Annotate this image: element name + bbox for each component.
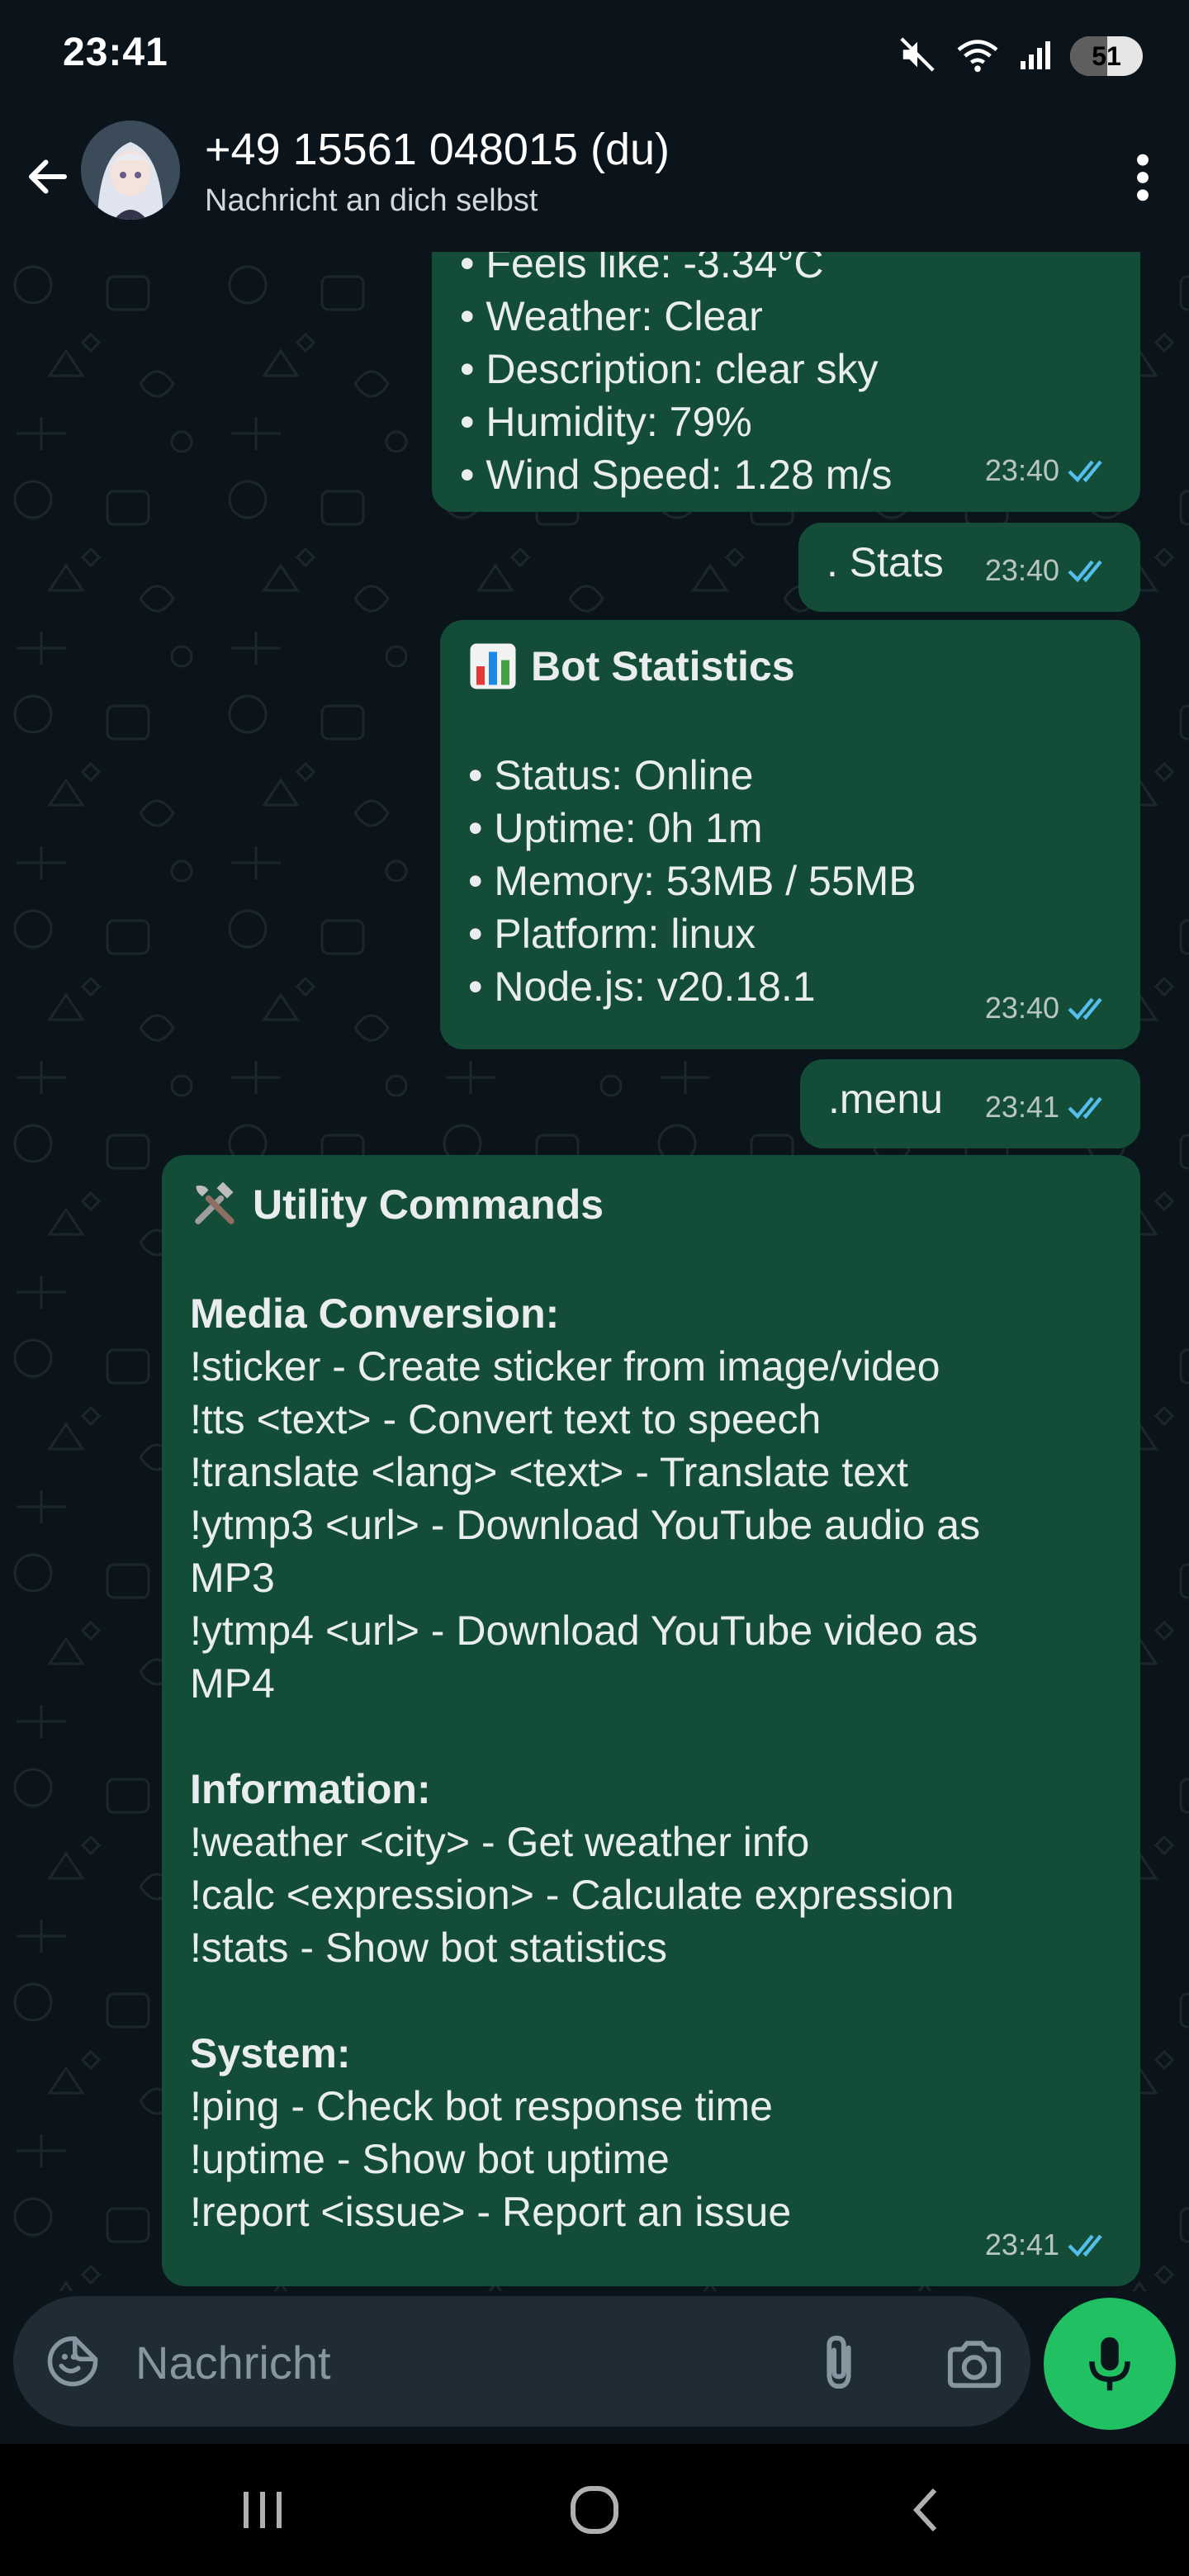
message-line: !ping - Check bot response time [190, 2083, 773, 2129]
message-title: Bot Statistics [531, 643, 795, 689]
status-bar: 23:41 51 [0, 0, 1189, 116]
message-line: • Feels like: -3.34°C [460, 252, 824, 286]
back-button[interactable] [18, 147, 78, 206]
message-time: 23:41 [984, 2228, 1059, 2261]
recent-apps-icon [244, 2492, 282, 2528]
battery-indicator: 51 [1070, 36, 1143, 76]
camera-button[interactable] [941, 2331, 1007, 2397]
message-line: !calc <expression> - Calculate expressio… [190, 1872, 955, 1918]
message-line: !uptime - Show bot uptime [190, 2136, 670, 2182]
read-receipt-icon [1068, 2234, 1102, 2257]
message-line: • Description: clear sky [460, 346, 879, 392]
status-icons: 51 [898, 33, 1143, 79]
section-heading: System: [190, 2030, 351, 2076]
message-list[interactable]: • Feels like: -3.34°C • Weather: Clear •… [0, 252, 1189, 2291]
message-line: • Uptime: 0h 1m [468, 805, 763, 851]
battery-level: 51 [1092, 40, 1121, 71]
section-heading: Information: [190, 1766, 431, 1812]
recent-apps-button[interactable] [213, 2477, 312, 2543]
message-time: 23:40 [984, 453, 1059, 487]
signal-icon [1019, 38, 1052, 75]
message-meta: 23:40 [985, 982, 1117, 1035]
home-icon [571, 2486, 618, 2534]
message-line: MP4 [190, 1660, 275, 1707]
mute-icon [898, 36, 936, 78]
hammer-wrench-emoji-icon [195, 1181, 234, 1224]
contact-avatar[interactable] [81, 121, 180, 220]
bar-chart-emoji-icon [470, 643, 516, 689]
contact-subtitle: Nachricht an dich selbst [205, 183, 538, 218]
contact-name[interactable]: +49 15561 048015 (du) [205, 124, 670, 175]
message-line: • Status: Online [468, 752, 754, 798]
home-button[interactable] [545, 2477, 644, 2543]
attach-button[interactable] [806, 2329, 872, 2395]
read-receipt-icon [1068, 460, 1102, 483]
message-line: • Memory: 53MB / 55MB [468, 858, 917, 904]
message-line: !translate <lang> <text> - Translate tex… [190, 1449, 908, 1495]
read-receipt-icon [1068, 560, 1102, 583]
message-meta: 23:41 [985, 2218, 1117, 2271]
message-input-pill [13, 2296, 1030, 2427]
camera-icon [947, 2341, 1002, 2389]
read-receipt-icon [1068, 1096, 1102, 1120]
microphone-icon [1089, 2337, 1130, 2391]
chat-screen: 23:41 51 +49 15561 048015 (du) Nachricht… [0, 0, 1189, 2576]
message-line: • Platform: linux [468, 911, 756, 957]
back-arrow-icon [29, 159, 67, 194]
message-time: 23:40 [984, 553, 1059, 587]
message-meta: 23:40 [985, 544, 1117, 597]
message-line: !ytmp4 <url> - Download YouTube video as [190, 1608, 978, 1654]
chevron-left-icon [912, 2488, 937, 2532]
message-time: 23:41 [984, 1090, 1059, 1124]
message-time: 23:40 [984, 991, 1059, 1025]
more-vert-icon [1137, 154, 1149, 201]
message-line: !sticker - Create sticker from image/vid… [190, 1343, 940, 1390]
message-line: !stats - Show bot statistics [190, 1925, 667, 1971]
message-line: !tts <text> - Convert text to speech [190, 1396, 822, 1442]
message-meta: 23:40 [985, 444, 1117, 497]
message-input[interactable] [135, 2329, 796, 2395]
message-bubble-stats-cmd[interactable]: . Stats 23:40 [798, 523, 1140, 612]
message-line: !ytmp3 <url> - Download YouTube audio as [190, 1502, 981, 1548]
system-navigation-bar [0, 2444, 1189, 2576]
emoji-button[interactable] [43, 2332, 102, 2391]
message-bubble-utility-commands[interactable]: Utility Commands Media Conversion: !stic… [162, 1155, 1140, 2286]
sticker-smiley-icon [47, 2336, 98, 2387]
voice-message-button[interactable] [1044, 2298, 1176, 2430]
message-line: • Humidity: 79% [460, 399, 752, 445]
overflow-menu-button[interactable] [1113, 140, 1172, 215]
message-meta: 23:41 [985, 1081, 1117, 1134]
message-composer [0, 2291, 1189, 2444]
read-receipt-icon [1068, 997, 1102, 1020]
message-bubble-weather[interactable]: • Feels like: -3.34°C • Weather: Clear •… [432, 252, 1140, 512]
message-bubble-bot-statistics[interactable]: Bot Statistics • Status: Online • Uptime… [440, 620, 1140, 1049]
wifi-icon [955, 36, 1001, 78]
message-line: !weather <city> - Get weather info [190, 1819, 810, 1865]
chat-header: +49 15561 048015 (du) Nachricht an dich … [0, 116, 1189, 252]
system-back-button[interactable] [877, 2477, 976, 2543]
message-line: !report <issue> - Report an issue [190, 2189, 792, 2235]
status-time: 23:41 [63, 31, 168, 74]
message-line: MP3 [190, 1555, 275, 1601]
message-line: • Weather: Clear [460, 293, 763, 339]
message-bubble-menu-cmd[interactable]: .menu 23:41 [800, 1059, 1140, 1148]
paperclip-icon [827, 2335, 851, 2389]
message-title: Utility Commands [253, 1181, 604, 1228]
section-heading: Media Conversion: [190, 1290, 560, 1337]
